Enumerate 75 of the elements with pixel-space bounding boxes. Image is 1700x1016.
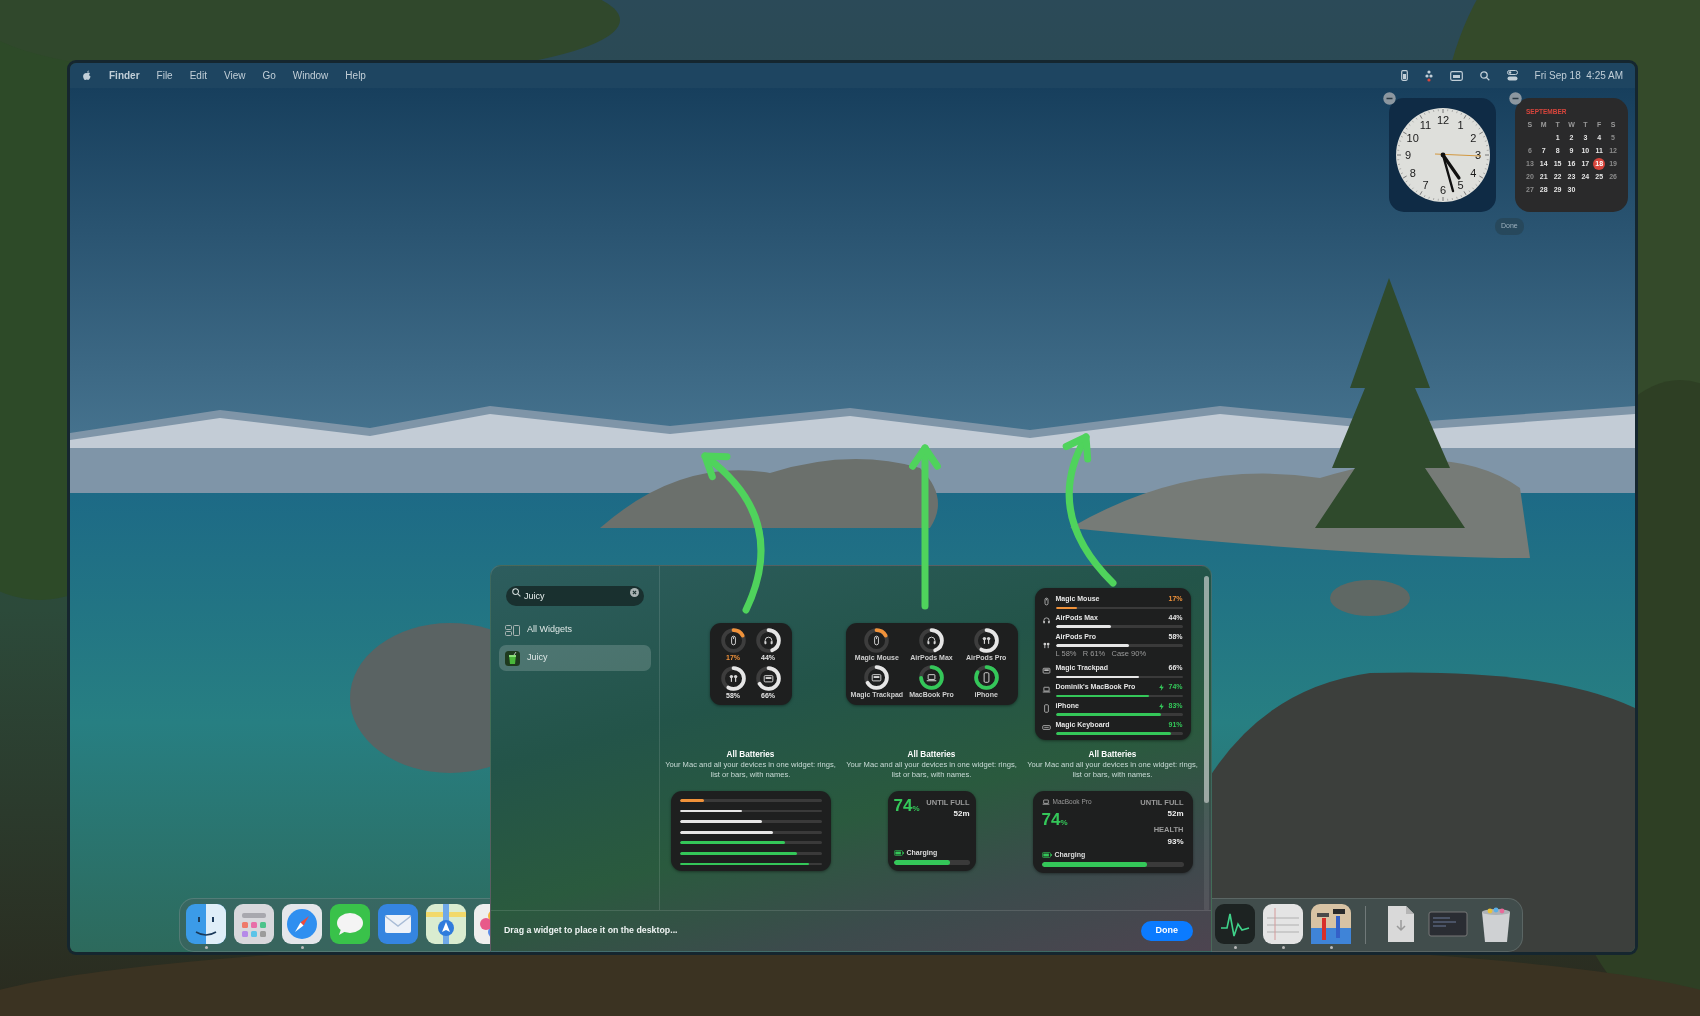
widget-title: All Batteries: [725, 750, 776, 761]
clock-number: 2: [1469, 131, 1476, 144]
menu-item[interactable]: View: [223, 68, 246, 83]
juice-cup-icon: [505, 650, 520, 666]
clock-number: 12: [1436, 114, 1449, 126]
clock-hands: [1434, 152, 1481, 193]
clock-number: 1: [1456, 118, 1464, 131]
menu-item[interactable]: Window: [292, 68, 329, 83]
mouse-icon: [1041, 597, 1051, 607]
display-icon[interactable]: [1449, 70, 1463, 81]
clock-number: 7: [1421, 179, 1429, 192]
clock-number: 11: [1419, 118, 1431, 131]
search-icon[interactable]: [1479, 70, 1490, 81]
done-button[interactable]: Done: [1140, 921, 1193, 941]
clock-number: 5: [1456, 179, 1464, 192]
battery-icon: [1041, 851, 1052, 858]
menu-item[interactable]: Go: [262, 68, 276, 83]
laptop-icon: [1041, 798, 1050, 807]
finder-icon[interactable]: [186, 904, 226, 944]
chat-bubble-icon[interactable]: [330, 904, 370, 944]
remove-icon[interactable]: [1383, 92, 1396, 105]
headphones-icon: [1041, 616, 1051, 625]
earbuds-icon: [1041, 641, 1051, 651]
headphones-icon: [927, 636, 936, 645]
trackpad-icon: [1041, 666, 1051, 676]
headphones-icon: [764, 636, 773, 645]
menu-clock[interactable]: Fri Sep 18 4:25 AM: [1534, 68, 1623, 83]
compass-icon[interactable]: [282, 904, 322, 944]
battery-percent: 74%: [1041, 810, 1069, 828]
pulse-icon[interactable]: [1215, 904, 1255, 944]
battery-icon: [893, 849, 904, 856]
mouse-icon: [874, 635, 880, 646]
clock-number: 9: [1404, 149, 1411, 161]
mouse-icon: [730, 635, 736, 646]
menu-item[interactable]: File: [156, 68, 173, 83]
sidebar-item[interactable]: All Widgets: [499, 617, 651, 643]
battery-bars-widget[interactable]: [670, 791, 831, 872]
stat-value: 93%: [1166, 835, 1184, 848]
clock-number: 6: [1439, 184, 1446, 196]
phone-icon: [1041, 704, 1051, 713]
earbuds-icon: [729, 674, 737, 682]
map-icon[interactable]: [426, 904, 466, 944]
menu-item[interactable]: Help: [345, 68, 366, 83]
laptop-icon: [926, 673, 937, 681]
earbuds-icon: [982, 636, 990, 644]
tools-icon[interactable]: [1311, 904, 1351, 944]
clock-number: 8: [1409, 166, 1416, 179]
trackpad-icon: [763, 674, 773, 682]
trackpad-icon: [872, 673, 882, 681]
stat-value: 52m: [1166, 808, 1184, 821]
search-field[interactable]: Juicy: [506, 586, 644, 606]
battery-percent: 74%: [893, 797, 920, 818]
keyboard-icon: [1041, 722, 1051, 732]
remove-icon[interactable]: [1509, 92, 1522, 105]
clock-number: 4: [1469, 166, 1476, 179]
menu-item[interactable]: Finder: [109, 68, 140, 83]
control-center-icon[interactable]: [1506, 70, 1518, 81]
widget-title: All Batteries: [1087, 750, 1138, 761]
clock-number: 3: [1474, 149, 1481, 161]
stat-value: 52m: [952, 808, 970, 821]
phone-battery-icon[interactable]: [1400, 70, 1408, 81]
phone-icon: [983, 671, 990, 683]
widgets-icon: [505, 624, 520, 636]
launchpad-icon[interactable]: [234, 904, 274, 944]
widget-title: All Batteries: [906, 750, 957, 761]
menu-item[interactable]: Edit: [189, 68, 207, 83]
sidebar-item[interactable]: Juicy: [499, 645, 651, 671]
laptop-icon: [1041, 685, 1051, 695]
search-icon: [512, 587, 521, 597]
hint-text: Drag a widget to place it on the desktop...: [504, 924, 678, 938]
clock-number: 10: [1406, 131, 1419, 144]
notepad-icon[interactable]: [1263, 904, 1303, 944]
envelope-icon[interactable]: [378, 904, 418, 944]
status-icon[interactable]: [1424, 69, 1433, 82]
clear-icon[interactable]: [630, 587, 639, 597]
